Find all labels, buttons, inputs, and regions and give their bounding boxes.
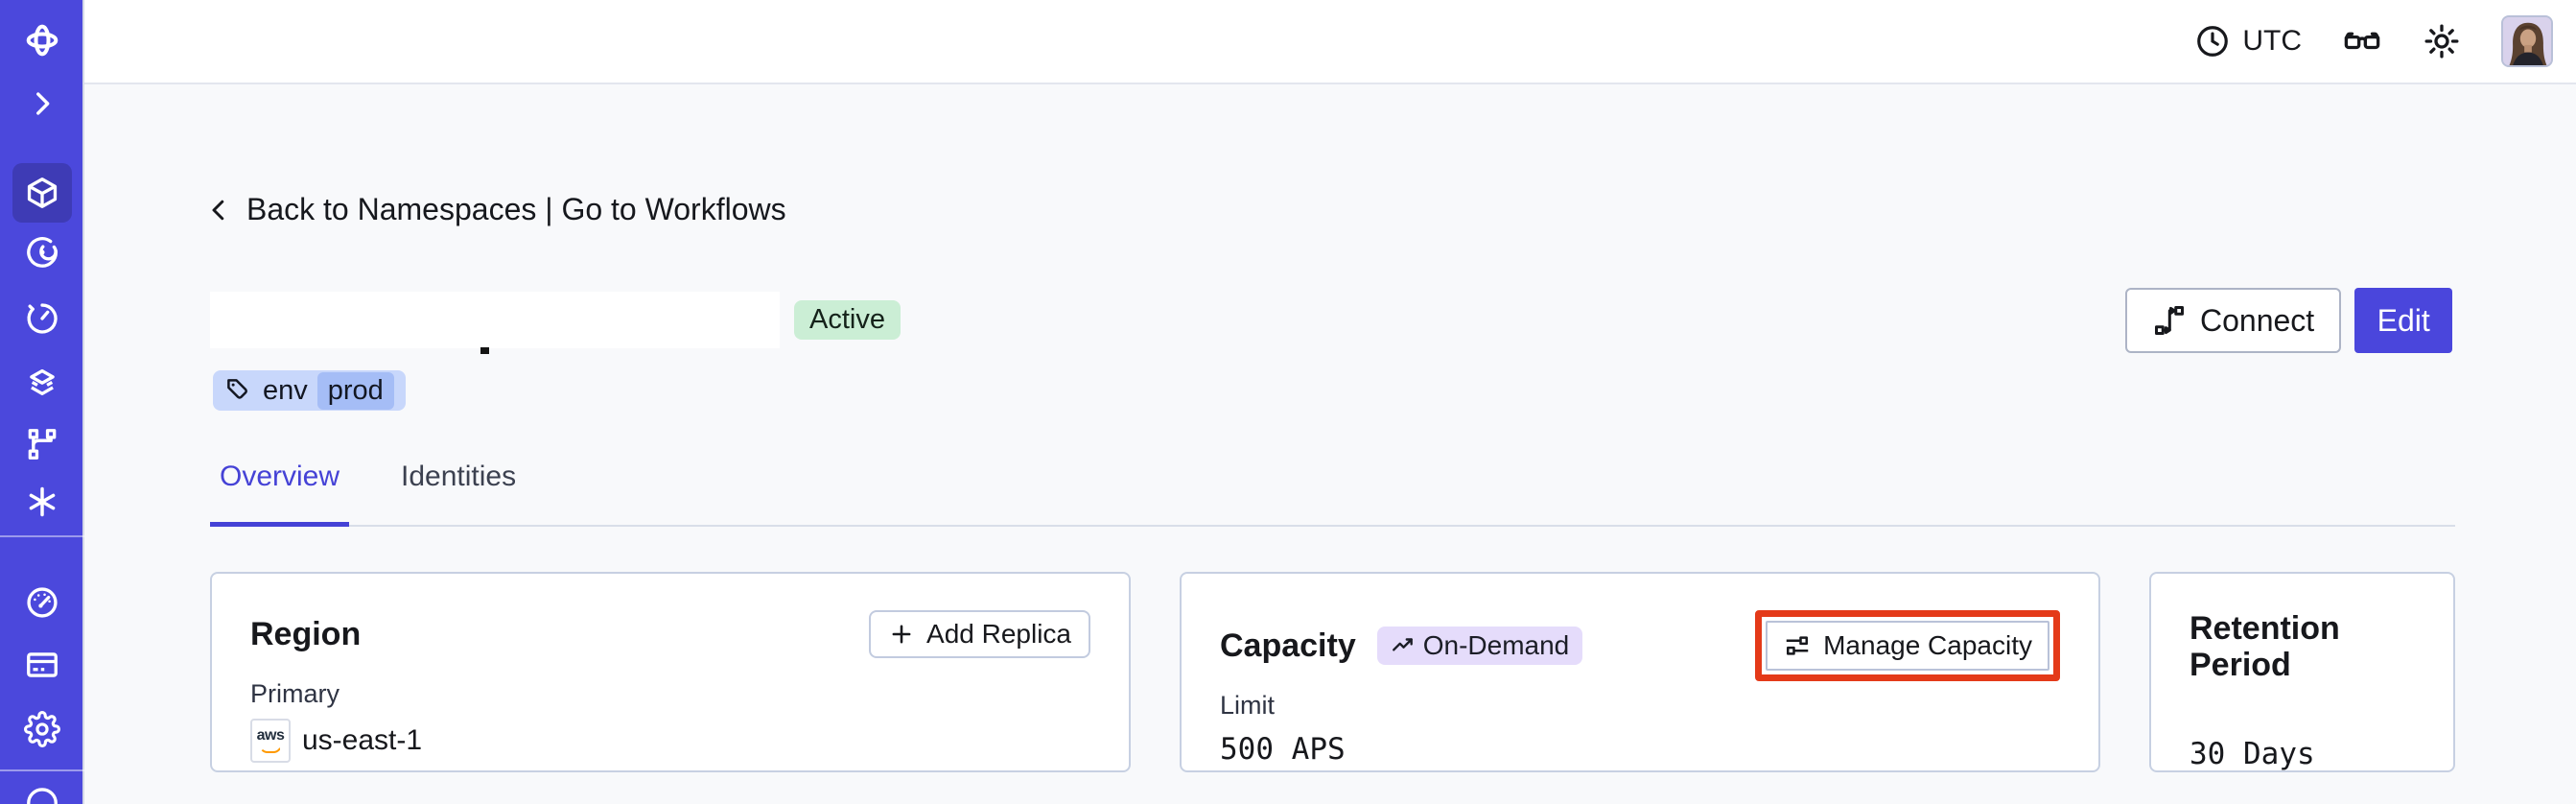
connect-label: Connect xyxy=(2200,302,2315,338)
ondemand-badge: On-Demand xyxy=(1376,627,1583,665)
user-avatar[interactable] xyxy=(2501,15,2553,67)
region-card-title: Region xyxy=(250,616,362,652)
region-name: us-east-1 xyxy=(302,724,423,756)
sidebar-collapse-toggle[interactable] xyxy=(0,86,84,121)
breadcrumb-label: Back to Namespaces | Go to Workflows xyxy=(246,192,786,226)
glasses-icon xyxy=(2344,32,2380,50)
aws-logo-smile xyxy=(259,745,282,753)
back-chevron-icon xyxy=(212,200,224,220)
region-value-row: aws us-east-1 xyxy=(250,719,1090,763)
speedometer-icon xyxy=(27,587,58,618)
tag-icon xyxy=(227,379,247,399)
layers-icon xyxy=(30,368,55,395)
chevron-right-icon xyxy=(36,92,50,115)
timezone-label: UTC xyxy=(2242,25,2302,57)
theme-toggle[interactable] xyxy=(2423,22,2461,60)
namespace-tag-chip[interactable]: env prod xyxy=(213,370,406,411)
namespace-detail-page: UTC Back to Namespaces | Go to Workflows… xyxy=(0,0,2576,804)
sun-icon xyxy=(2424,24,2459,59)
help-circle-icon xyxy=(27,788,58,804)
sidebar-item-schedules[interactable] xyxy=(0,301,84,336)
schedule-clock-icon xyxy=(27,303,58,334)
cube-icon xyxy=(27,177,58,208)
credit-card-icon xyxy=(27,652,58,677)
retention-card-title: Retention Period xyxy=(2190,610,2340,683)
edit-button[interactable]: Edit xyxy=(2354,288,2453,353)
manage-capacity-label: Manage Capacity xyxy=(1823,630,2032,660)
aws-logo-icon: aws xyxy=(250,719,291,763)
redaction-artifact xyxy=(480,347,489,354)
status-badge: Active xyxy=(794,300,901,340)
capacity-field-label: Limit xyxy=(1220,691,1276,720)
workflows-eye-icon xyxy=(27,237,58,268)
breadcrumb[interactable]: Back to Namespaces | Go to Workflows xyxy=(204,192,786,227)
sidebar-item-deployments[interactable] xyxy=(0,367,84,401)
timezone-selector[interactable]: UTC xyxy=(2194,23,2302,59)
sidebar-item-namespaces[interactable] xyxy=(0,176,84,210)
sidebar-item-nexus[interactable] xyxy=(0,485,84,519)
sidebar-item-workflows[interactable] xyxy=(0,235,84,270)
plus-icon xyxy=(892,625,911,644)
add-replica-button[interactable]: Add Replica xyxy=(869,610,1090,658)
sidebar xyxy=(0,0,84,804)
sidebar-item-settings[interactable] xyxy=(0,711,84,747)
sidebar-divider xyxy=(0,769,84,771)
tab-bar: Overview Identities xyxy=(210,461,2455,527)
topbar: UTC xyxy=(84,0,2576,84)
temporal-logo[interactable] xyxy=(0,21,84,59)
capacity-title-group: Capacity On-Demand xyxy=(1220,627,1583,665)
capacity-card-title: Capacity xyxy=(1220,627,1356,664)
tab-identities[interactable]: Identities xyxy=(391,461,526,527)
retention-card: Retention Period 30 Days xyxy=(2149,572,2455,772)
labs-toggle[interactable] xyxy=(2342,21,2382,61)
asterisk-icon xyxy=(29,486,56,517)
tag-key: env xyxy=(263,374,308,406)
edit-label: Edit xyxy=(2377,302,2430,338)
sidebar-item-batch-operations[interactable] xyxy=(0,427,84,461)
add-replica-label: Add Replica xyxy=(926,619,1071,649)
sliders-icon xyxy=(1786,636,1809,655)
tab-overview[interactable]: Overview xyxy=(210,461,350,527)
clock-icon xyxy=(2197,26,2229,57)
aws-logo-text: aws xyxy=(256,727,285,744)
temporal-logo-icon xyxy=(26,24,59,57)
sidebar-divider xyxy=(0,535,84,537)
sidebar-item-usage[interactable] xyxy=(0,585,84,620)
region-field-label: Primary xyxy=(250,679,340,708)
tag-value: prod xyxy=(316,371,394,410)
capacity-value: 500 APS xyxy=(1220,732,1346,767)
namespace-title-redacted xyxy=(210,292,780,348)
avatar-photo xyxy=(2503,17,2551,65)
gear-icon xyxy=(24,711,60,747)
capacity-card-header: Capacity On-Demand Manage Capacity xyxy=(1220,610,2060,681)
header-actions: Connect Edit xyxy=(2125,288,2453,353)
manage-capacity-button[interactable]: Manage Capacity xyxy=(1766,621,2049,671)
trending-up-icon xyxy=(1392,638,1413,651)
branch-icon xyxy=(28,429,57,460)
connect-button[interactable]: Connect xyxy=(2125,288,2342,353)
connect-flow-icon xyxy=(2155,306,2184,335)
region-card-header: Region Add Replica xyxy=(250,610,1090,658)
capacity-card: Capacity On-Demand Manage Capacity Limit… xyxy=(1180,572,2100,772)
annotation-highlight-box: Manage Capacity xyxy=(1755,610,2060,681)
sidebar-item-help[interactable] xyxy=(0,783,84,804)
ondemand-label: On-Demand xyxy=(1422,630,1570,660)
region-card: Region Add Replica Primary aws us-east-1 xyxy=(210,572,1131,772)
retention-value: 30 Days xyxy=(2190,737,2315,771)
main-content: Back to Namespaces | Go to Workflows Act… xyxy=(84,84,2576,804)
sidebar-item-billing[interactable] xyxy=(0,648,84,682)
